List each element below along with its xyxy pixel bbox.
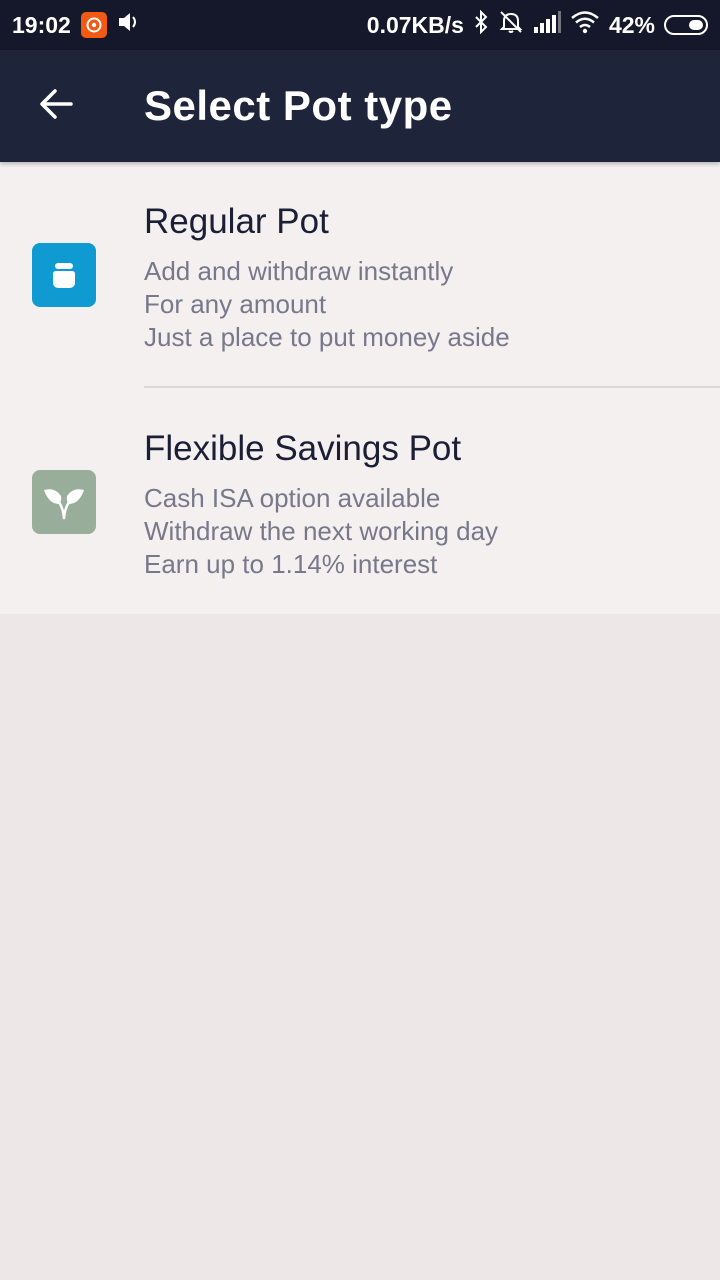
status-bar-left: 19:02 (12, 11, 141, 39)
status-bar: 19:02 0.07KB/s 42% (0, 0, 720, 50)
status-time: 19:02 (12, 11, 71, 38)
flexible-savings-pot-option[interactable]: Flexible Savings Pot Cash ISA option ava… (0, 388, 720, 614)
pot-desc-line: Withdraw the next working day (144, 516, 499, 546)
jar-icon (32, 243, 96, 307)
battery-icon (664, 15, 708, 35)
back-button[interactable] (26, 76, 86, 136)
volume-icon (117, 11, 141, 39)
status-bar-right: 0.07KB/s 42% (367, 9, 708, 41)
leaf-icon (32, 470, 96, 534)
app-bar: Select Pot type (0, 50, 720, 162)
page-title: Select Pot type (144, 82, 453, 129)
signal-icon (533, 11, 561, 39)
pot-desc-line: Just a place to put money aside (144, 322, 510, 352)
battery-fill (689, 20, 703, 30)
battery-percent: 42% (608, 11, 655, 38)
pot-desc-line: For any amount (144, 289, 327, 319)
pot-desc-line: Add and withdraw instantly (144, 256, 454, 286)
arrow-left-icon (38, 88, 74, 125)
pot-desc-line: Earn up to 1.14% interest (144, 549, 438, 579)
bluetooth-icon (473, 9, 489, 40)
pot-title: Regular Pot (144, 202, 329, 241)
pot-type-list: Regular Pot Add and withdraw instantly F… (0, 162, 720, 614)
regular-pot-option[interactable]: Regular Pot Add and withdraw instantly F… (0, 162, 720, 388)
wifi-icon (570, 10, 600, 40)
alarm-off-icon (498, 9, 524, 41)
pot-title: Flexible Savings Pot (144, 429, 462, 468)
network-speed: 0.07KB/s (366, 11, 464, 38)
pot-desc-line: Cash ISA option available (144, 483, 441, 513)
app-notification-icon (80, 12, 107, 38)
